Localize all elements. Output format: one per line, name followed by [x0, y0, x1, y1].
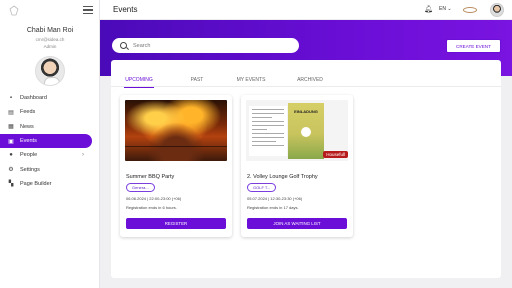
language-selector[interactable]: EN ⌄ [439, 6, 452, 12]
brand-logo [463, 7, 477, 13]
search-bar[interactable] [112, 38, 299, 53]
user-email: cmr@sidea.ch [35, 37, 65, 42]
notification-bell-icon[interactable]: 🔔︎ [424, 5, 433, 13]
event-datetime: 05.07.2024 | 12:30-23:30 (+06) [247, 196, 303, 201]
events-icon: ▣ [8, 138, 14, 145]
tab-archived[interactable]: ARCHIVED [295, 73, 325, 87]
event-card[interactable]: EINLADUNG Housefull 2. Volley Lounge Gol… [241, 95, 353, 237]
tab-my-events[interactable]: MY EVENTS [236, 73, 266, 87]
sidebar-item-dashboard[interactable]: ▪ Dashboard [0, 91, 100, 105]
dashboard-icon: ▪ [9, 95, 13, 102]
create-event-button[interactable]: CREATE EVENT [446, 39, 501, 53]
event-time: 12:30-23:30 (+06) [270, 196, 303, 201]
housefull-badge: Housefull [323, 151, 348, 158]
tab-upcoming[interactable]: UPCOMING [124, 73, 154, 88]
feeds-icon: ▤ [8, 109, 14, 116]
menu-toggle-button[interactable] [83, 6, 93, 14]
people-icon: ● [9, 152, 13, 159]
event-image-bbq [125, 100, 227, 161]
event-time: 22:00-23:00 (+06) [149, 196, 182, 201]
event-title: Summer BBQ Party [126, 174, 175, 180]
search-icon [120, 42, 127, 49]
event-tabs: UPCOMING PAST MY EVENTS ARCHIVED [111, 73, 501, 88]
sidebar-item-label: Events [20, 138, 37, 145]
join-waiting-list-button[interactable]: JOIN AS WAITING LIST [247, 218, 347, 229]
page-builder-icon: ▚ [8, 181, 14, 188]
golf-ball-icon [301, 127, 311, 137]
registration-deadline: Registration ends in 6 hours. [126, 205, 177, 210]
sidebar: Chabi Man Roi cmr@sidea.ch Admin ▪ Dashb… [0, 0, 100, 288]
sidebar-item-page-builder[interactable]: ▚ Page Builder [0, 177, 100, 191]
event-date: 05.07.2024 [247, 196, 268, 201]
profile-avatar[interactable] [490, 3, 504, 17]
user-name: Chabi Man Roi [26, 27, 74, 34]
chevron-right-icon: › [82, 152, 84, 159]
event-title: 2. Volley Lounge Golf Trophy [247, 174, 318, 180]
app-logo-icon[interactable] [8, 5, 20, 17]
event-category-chip[interactable]: Genera... [126, 183, 155, 192]
user-role: Admin [43, 44, 57, 49]
sidebar-item-feeds[interactable]: ▤ Feeds [0, 105, 100, 119]
sidebar-item-label: Page Builder [20, 180, 52, 187]
event-poster: EINLADUNG [288, 103, 324, 159]
sidebar-nav: ▪ Dashboard ▤ Feeds ▦ News ▣ Events ● Pe… [0, 91, 100, 191]
sidebar-item-settings[interactable]: ⚙ Settings [0, 162, 100, 176]
register-button[interactable]: REGISTER [126, 218, 226, 229]
user-avatar[interactable] [35, 56, 65, 86]
page-title: Events [113, 5, 138, 14]
sidebar-item-label: News [20, 123, 34, 130]
language-label: EN [439, 6, 446, 12]
poster-title: EINLADUNG [294, 109, 318, 114]
news-icon: ▦ [8, 124, 14, 131]
chevron-down-icon: ⌄ [447, 6, 452, 12]
document-thumbnail [249, 106, 287, 156]
sidebar-item-label: Settings [20, 166, 40, 173]
search-input[interactable] [131, 41, 281, 50]
event-date: 06.06.2024 [126, 196, 147, 201]
registration-deadline: Registration ends in 17 days. [247, 205, 299, 210]
sidebar-item-label: Feeds [20, 109, 36, 116]
event-card[interactable]: Summer BBQ Party Genera... 06.06.2024 | … [120, 95, 232, 237]
settings-icon: ⚙ [8, 167, 14, 174]
sidebar-item-label: Dashboard [20, 95, 47, 102]
sidebar-item-people[interactable]: ● People › [0, 148, 100, 162]
event-datetime: 06.06.2024 | 22:00-23:00 (+06) [126, 196, 182, 201]
event-category-chip[interactable]: GOLF T... [247, 183, 277, 192]
top-bar: Events 🔔︎ EN ⌄ [100, 0, 512, 20]
sidebar-item-news[interactable]: ▦ News [0, 120, 100, 134]
sidebar-item-events[interactable]: ▣ Events [0, 133, 92, 149]
tab-past[interactable]: PAST [186, 73, 208, 87]
sidebar-item-label: People [20, 152, 38, 159]
